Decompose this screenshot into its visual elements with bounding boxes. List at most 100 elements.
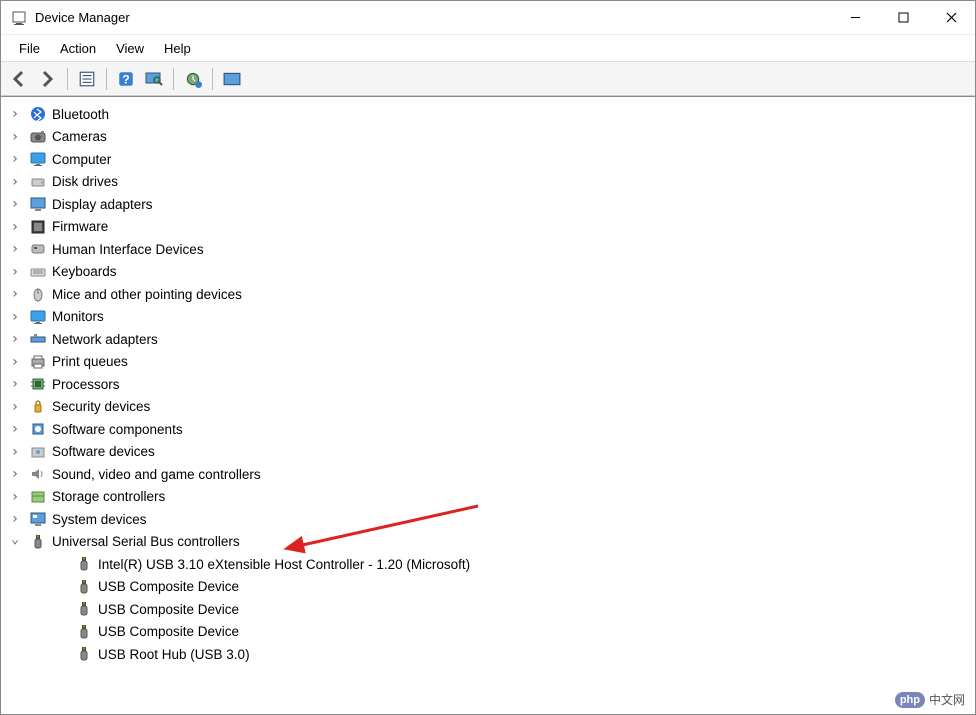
expand-icon[interactable] bbox=[7, 129, 23, 145]
device-category[interactable]: Print queues bbox=[1, 351, 975, 374]
node-label: Security devices bbox=[52, 399, 150, 414]
device-category[interactable]: Software components bbox=[1, 418, 975, 441]
help-button[interactable] bbox=[113, 66, 139, 92]
window-title: Device Manager bbox=[35, 10, 130, 25]
device-item[interactable]: USB Composite Device bbox=[1, 576, 975, 599]
expand-icon[interactable] bbox=[7, 489, 23, 505]
device-tree-panel[interactable]: Bluetooth CamerasComputer Disk drives Displ… bbox=[1, 96, 975, 714]
update-driver-button[interactable] bbox=[180, 66, 206, 92]
usb-icon bbox=[75, 601, 92, 618]
back-button[interactable] bbox=[7, 66, 33, 92]
device-category[interactable]: System devices bbox=[1, 508, 975, 531]
node-label: Bluetooth bbox=[52, 107, 109, 122]
bluetooth-icon bbox=[29, 106, 46, 123]
device-category[interactable]: Storage controllers bbox=[1, 486, 975, 509]
properties-button[interactable] bbox=[74, 66, 100, 92]
menu-view[interactable]: View bbox=[106, 37, 154, 60]
watermark: php 中文网 bbox=[889, 689, 971, 710]
node-label: Software devices bbox=[52, 444, 155, 459]
device-category[interactable]: Security devices bbox=[1, 396, 975, 419]
minimize-button[interactable] bbox=[831, 1, 879, 34]
node-label: Print queues bbox=[52, 354, 128, 369]
expand-icon[interactable] bbox=[7, 421, 23, 437]
device-item[interactable]: USB Root Hub (USB 3.0) bbox=[1, 643, 975, 666]
node-label: Keyboards bbox=[52, 264, 117, 279]
node-label: Sound, video and game controllers bbox=[52, 467, 261, 482]
device-category[interactable]: Disk drives bbox=[1, 171, 975, 194]
security-icon bbox=[29, 398, 46, 415]
sound-icon bbox=[29, 466, 46, 483]
node-label: Display adapters bbox=[52, 197, 153, 212]
php-badge: php bbox=[895, 692, 925, 708]
expand-icon[interactable] bbox=[7, 264, 23, 280]
printer-icon bbox=[29, 353, 46, 370]
device-item[interactable]: Intel(R) USB 3.10 eXtensible Host Contro… bbox=[1, 553, 975, 576]
expand-icon[interactable] bbox=[7, 196, 23, 212]
device-category[interactable]: Keyboards bbox=[1, 261, 975, 284]
expand-icon[interactable] bbox=[7, 331, 23, 347]
device-category[interactable]: Bluetooth bbox=[1, 103, 975, 126]
device-category[interactable]: Display adapters bbox=[1, 193, 975, 216]
camera-icon bbox=[29, 128, 46, 145]
usb-icon bbox=[75, 646, 92, 663]
node-label: USB Root Hub (USB 3.0) bbox=[98, 647, 250, 662]
titlebar: Device Manager bbox=[1, 1, 975, 35]
node-label: USB Composite Device bbox=[98, 579, 239, 594]
expand-icon[interactable] bbox=[7, 466, 23, 482]
device-category[interactable]: Network adapters bbox=[1, 328, 975, 351]
menu-file[interactable]: File bbox=[9, 37, 50, 60]
expand-icon[interactable] bbox=[7, 399, 23, 415]
expand-icon[interactable] bbox=[7, 151, 23, 167]
usb-icon bbox=[75, 578, 92, 595]
device-category[interactable]: Software devices bbox=[1, 441, 975, 464]
collapse-icon[interactable] bbox=[7, 534, 23, 550]
expand-icon[interactable] bbox=[7, 354, 23, 370]
menu-help[interactable]: Help bbox=[154, 37, 201, 60]
expand-icon[interactable] bbox=[7, 511, 23, 527]
node-label: Firmware bbox=[52, 219, 108, 234]
device-category[interactable]: Mice and other pointing devices bbox=[1, 283, 975, 306]
maximize-button[interactable] bbox=[879, 1, 927, 34]
display-icon bbox=[29, 196, 46, 213]
storage-icon bbox=[29, 488, 46, 505]
device-item[interactable]: USB Composite Device bbox=[1, 621, 975, 644]
expand-icon[interactable] bbox=[7, 286, 23, 302]
node-label: Processors bbox=[52, 377, 120, 392]
node-label: Disk drives bbox=[52, 174, 118, 189]
menubar: File Action View Help bbox=[1, 35, 975, 62]
device-category[interactable]: Firmware bbox=[1, 216, 975, 239]
software-dev-icon bbox=[29, 443, 46, 460]
network-icon bbox=[29, 331, 46, 348]
show-hidden-button[interactable] bbox=[219, 66, 245, 92]
scan-hardware-button[interactable] bbox=[141, 66, 167, 92]
device-category[interactable]: Computer bbox=[1, 148, 975, 171]
device-item[interactable]: USB Composite Device bbox=[1, 598, 975, 621]
forward-button[interactable] bbox=[35, 66, 61, 92]
menu-action[interactable]: Action bbox=[50, 37, 106, 60]
cpu-icon bbox=[29, 376, 46, 393]
node-label: System devices bbox=[52, 512, 147, 527]
node-label: USB Composite Device bbox=[98, 624, 239, 639]
device-category[interactable]: Processors bbox=[1, 373, 975, 396]
watermark-text: 中文网 bbox=[929, 691, 965, 708]
device-category[interactable]: Universal Serial Bus controllers bbox=[1, 531, 975, 554]
usb-icon bbox=[75, 623, 92, 640]
window-controls bbox=[831, 1, 975, 34]
device-category[interactable]: Sound, video and game controllers bbox=[1, 463, 975, 486]
hid-icon bbox=[29, 241, 46, 258]
expand-icon[interactable] bbox=[7, 376, 23, 392]
expand-icon[interactable] bbox=[7, 106, 23, 122]
device-category[interactable]: Cameras bbox=[1, 126, 975, 149]
device-category[interactable]: Monitors bbox=[1, 306, 975, 329]
node-label: Network adapters bbox=[52, 332, 158, 347]
expand-icon[interactable] bbox=[7, 444, 23, 460]
expand-icon[interactable] bbox=[7, 241, 23, 257]
node-label: Software components bbox=[52, 422, 183, 437]
toolbar-separator bbox=[173, 68, 174, 90]
expand-icon[interactable] bbox=[7, 219, 23, 235]
close-button[interactable] bbox=[927, 1, 975, 34]
expand-icon[interactable] bbox=[7, 174, 23, 190]
device-category[interactable]: Human Interface Devices bbox=[1, 238, 975, 261]
expand-icon[interactable] bbox=[7, 309, 23, 325]
monitor-icon bbox=[29, 151, 46, 168]
